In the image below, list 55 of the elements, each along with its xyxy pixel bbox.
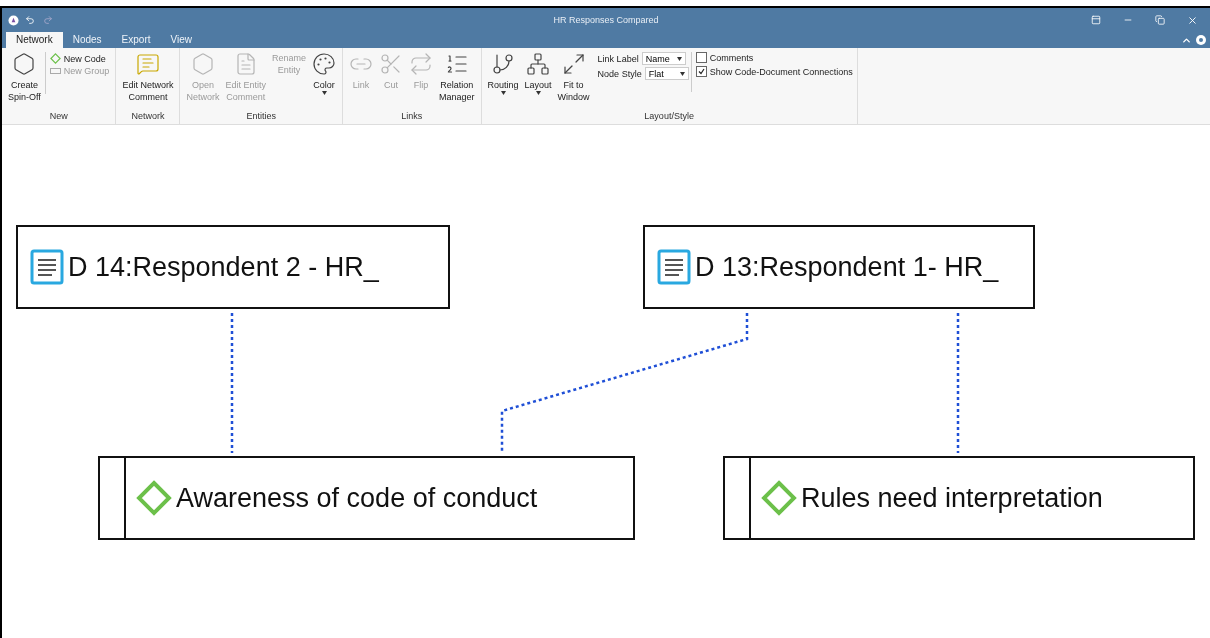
document-icon [30, 249, 64, 285]
ribbon-button[interactable]: Fit to Window [555, 52, 592, 111]
document-icon [657, 249, 691, 285]
caret-icon [676, 56, 682, 61]
network-icon [526, 52, 551, 76]
ribbon-button[interactable]: Create Spin-Off [6, 52, 43, 111]
diamond-icon [49, 53, 61, 64]
window-title: HR Responses Compared [553, 15, 659, 25]
help-icon[interactable] [1196, 35, 1206, 45]
ribbon-button[interactable]: Relation Manager [437, 52, 477, 111]
ribbon-button[interactable]: Layout [522, 52, 554, 111]
dropdown-field[interactable]: Name [641, 52, 686, 65]
code-node[interactable]: Awareness of code of conduct [98, 456, 635, 540]
diamond-icon [761, 480, 797, 516]
ribbon-tab[interactable]: Nodes [62, 32, 112, 48]
ribbon-button[interactable]: Routing [485, 52, 521, 111]
group-label: Layout/Style [643, 111, 695, 123]
group-label: Links [400, 111, 424, 123]
checkbox[interactable]: Show Code-Document Connections [695, 66, 853, 77]
hexagon-icon [12, 52, 37, 76]
hexagon-icon [190, 52, 215, 76]
palette-icon [312, 52, 336, 76]
code-node[interactable]: Rules need interpretation [723, 456, 1195, 540]
dropdown-field[interactable]: Flat [644, 67, 689, 80]
ribbon-button[interactable]: Edit Network Comment [120, 52, 176, 111]
ribbon-button[interactable]: Color [310, 52, 338, 111]
node-label: Rules need interpretation [801, 482, 1103, 514]
node-label: D 13:Respondent 1- HR_ [695, 251, 999, 283]
field-label: Link Label [597, 53, 639, 64]
group-label: Network [130, 111, 166, 123]
app-logo-icon [8, 14, 19, 26]
group-label: New [48, 111, 69, 123]
ribbon-tab[interactable]: Export [111, 32, 161, 48]
undo-icon[interactable] [25, 15, 35, 25]
expand-icon [561, 52, 586, 76]
check-icon [697, 68, 705, 75]
ribbon-button[interactable]: New Code [47, 52, 112, 65]
group-icon [49, 68, 61, 74]
ribbon-tab[interactable]: Network [6, 32, 63, 48]
branch-icon [491, 52, 516, 76]
close-icon[interactable] [1187, 14, 1198, 26]
document-node[interactable]: D 14:Respondent 2 - HR_ [16, 225, 450, 309]
group-label: Entities [245, 111, 277, 123]
field-label: Node Style [597, 68, 642, 79]
restore-icon[interactable] [1155, 15, 1165, 25]
checkbox[interactable]: Comments [695, 52, 853, 63]
document-node[interactable]: D 13:Respondent 1- HR_ [643, 225, 1035, 309]
diamond-icon [136, 480, 172, 516]
flip-icon [409, 52, 433, 76]
ribbon-tab[interactable]: View [160, 32, 202, 48]
node-label: Awareness of code of conduct [176, 482, 538, 514]
node-label: D 14:Respondent 2 - HR_ [68, 251, 379, 283]
ribbon-display-icon[interactable] [1091, 15, 1101, 25]
caret-icon [679, 71, 685, 76]
comment-icon [135, 52, 160, 76]
